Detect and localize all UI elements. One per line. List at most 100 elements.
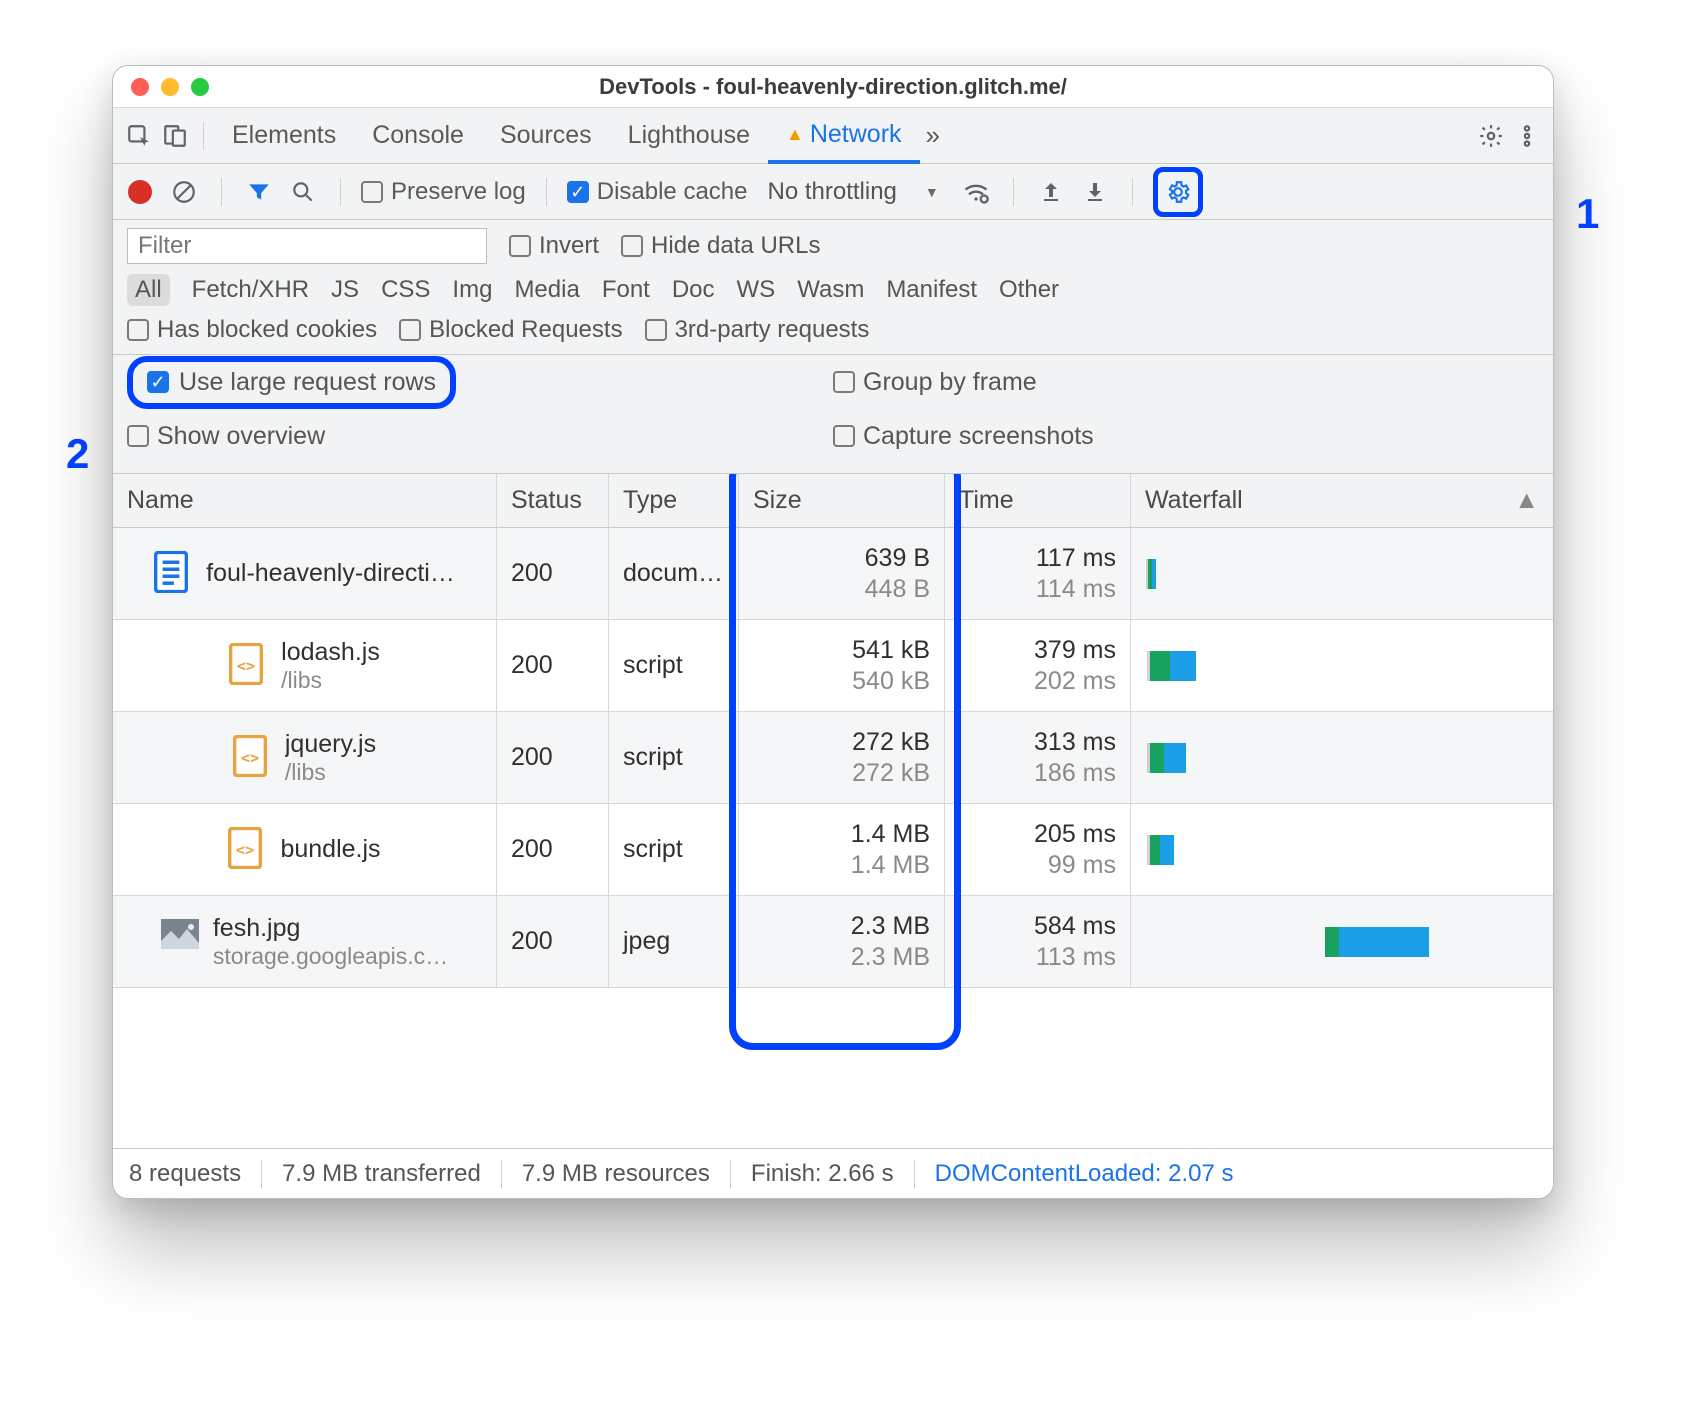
divider xyxy=(546,178,547,206)
checkbox-label: Invert xyxy=(539,232,599,260)
preserve-log-checkbox[interactable]: Preserve log xyxy=(361,178,526,206)
table-row[interactable]: foul-heavenly-directi…200docum…639 B448 … xyxy=(113,528,1553,620)
network-settings-button[interactable] xyxy=(1153,167,1203,217)
resource-type: script xyxy=(623,651,683,680)
more-tabs-button[interactable]: » xyxy=(926,120,940,151)
download-har-icon[interactable] xyxy=(1078,175,1112,209)
checkbox-label: Show overview xyxy=(157,422,325,451)
transfer-size: 541 kB xyxy=(852,636,930,665)
svg-text:<>: <> xyxy=(237,657,256,675)
divider xyxy=(221,178,222,206)
blocked-cookies-checkbox[interactable]: Has blocked cookies xyxy=(127,316,377,344)
upload-har-icon[interactable] xyxy=(1034,175,1068,209)
col-status[interactable]: Status xyxy=(497,474,609,527)
blocked-requests-checkbox[interactable]: Blocked Requests xyxy=(399,316,622,344)
filter-chip-ws[interactable]: WS xyxy=(737,276,776,304)
use-large-rows-checkbox[interactable]: Use large request rows xyxy=(127,356,456,409)
disable-cache-checkbox[interactable]: Disable cache xyxy=(567,178,748,206)
status-requests: 8 requests xyxy=(129,1160,262,1188)
filter-chip-manifest[interactable]: Manifest xyxy=(886,276,977,304)
file-type-icon xyxy=(154,551,192,597)
group-by-frame-checkbox[interactable]: Group by frame xyxy=(833,368,1037,397)
total-time: 205 ms xyxy=(1034,820,1116,849)
tab-elements[interactable]: Elements xyxy=(214,108,354,163)
throttling-select[interactable]: No throttling ▼ xyxy=(757,178,948,206)
request-name: foul-heavenly-directi… xyxy=(206,559,455,588)
filter-chip-wasm[interactable]: Wasm xyxy=(797,276,864,304)
filter-chip-js[interactable]: JS xyxy=(331,276,359,304)
tab-network[interactable]: ▲ Network xyxy=(768,109,920,164)
waterfall-bar xyxy=(1145,528,1539,619)
divider xyxy=(203,122,204,150)
tab-lighthouse[interactable]: Lighthouse xyxy=(610,108,768,163)
filter-chip-doc[interactable]: Doc xyxy=(672,276,715,304)
table-row[interactable]: <>lodash.js/libs200script541 kB540 kB379… xyxy=(113,620,1553,712)
filter-chip-font[interactable]: Font xyxy=(602,276,650,304)
kebab-menu-icon[interactable] xyxy=(1509,118,1545,154)
col-time[interactable]: Time xyxy=(945,474,1131,527)
request-name: fesh.jpg xyxy=(213,914,448,943)
tab-console[interactable]: Console xyxy=(354,108,482,163)
file-type-icon: <> xyxy=(233,735,271,781)
tab-label: Sources xyxy=(500,121,592,150)
col-name[interactable]: Name xyxy=(113,474,497,527)
table-row[interactable]: fesh.jpgstorage.googleapis.c…200jpeg2.3 … xyxy=(113,896,1553,988)
chevron-down-icon: ▼ xyxy=(925,184,939,200)
settings-gear-icon[interactable] xyxy=(1473,118,1509,154)
filter-chip-css[interactable]: CSS xyxy=(381,276,430,304)
hide-data-urls-checkbox[interactable]: Hide data URLs xyxy=(621,232,820,260)
col-waterfall[interactable]: Waterfall▲ xyxy=(1131,474,1553,527)
network-conditions-icon[interactable] xyxy=(959,175,993,209)
svg-text:<>: <> xyxy=(236,841,255,859)
filter-icon[interactable] xyxy=(242,175,276,209)
resource-size: 540 kB xyxy=(852,667,930,696)
divider xyxy=(1132,178,1133,206)
status-code: 200 xyxy=(511,651,553,680)
tab-label: Console xyxy=(372,121,464,150)
request-path: /libs xyxy=(281,667,380,694)
clear-button[interactable] xyxy=(167,175,201,209)
show-overview-checkbox[interactable]: Show overview xyxy=(127,422,325,451)
checkbox-label: 3rd-party requests xyxy=(675,316,870,344)
checkbox-label: Hide data URLs xyxy=(651,232,820,260)
resource-size: 448 B xyxy=(865,575,930,604)
record-button[interactable] xyxy=(123,175,157,209)
checkbox-label: Use large request rows xyxy=(179,368,436,397)
third-party-checkbox[interactable]: 3rd-party requests xyxy=(645,316,870,344)
status-resources: 7.9 MB resources xyxy=(502,1160,731,1188)
col-type[interactable]: Type xyxy=(609,474,739,527)
transfer-size: 272 kB xyxy=(852,728,930,757)
transfer-size: 1.4 MB xyxy=(851,820,930,849)
filter-chip-other[interactable]: Other xyxy=(999,276,1059,304)
tab-sources[interactable]: Sources xyxy=(482,108,610,163)
filter-input[interactable]: Filter xyxy=(127,228,487,264)
filter-chip-fetch[interactable]: Fetch/XHR xyxy=(192,276,309,304)
col-size[interactable]: Size xyxy=(739,474,945,527)
table-row[interactable]: <>bundle.js200script1.4 MB1.4 MB205 ms99… xyxy=(113,804,1553,896)
filter-bar: Filter Invert Hide data URLs All Fetch/X… xyxy=(113,220,1553,355)
latency-time: 202 ms xyxy=(1034,667,1116,696)
checkbox-label: Capture screenshots xyxy=(863,422,1094,451)
device-toggle-icon[interactable] xyxy=(157,118,193,154)
latency-time: 113 ms xyxy=(1036,943,1116,972)
request-path: /libs xyxy=(285,759,376,786)
table-row[interactable]: <>jquery.js/libs200script272 kB272 kB313… xyxy=(113,712,1553,804)
total-time: 379 ms xyxy=(1034,636,1116,665)
titlebar: DevTools - foul-heavenly-direction.glitc… xyxy=(113,66,1553,108)
checkbox-label: Group by frame xyxy=(863,368,1037,397)
latency-time: 114 ms xyxy=(1036,575,1116,604)
table-body: foul-heavenly-directi…200docum…639 B448 … xyxy=(113,528,1553,1148)
search-icon[interactable] xyxy=(286,175,320,209)
resource-size: 272 kB xyxy=(852,759,930,788)
sort-indicator-icon: ▲ xyxy=(1514,486,1539,515)
waterfall-bar xyxy=(1145,712,1539,803)
invert-checkbox[interactable]: Invert xyxy=(509,232,599,260)
resource-type: docum… xyxy=(623,559,723,588)
filter-chip-img[interactable]: Img xyxy=(452,276,492,304)
filter-chip-media[interactable]: Media xyxy=(514,276,579,304)
filter-chip-all[interactable]: All xyxy=(127,274,170,306)
latency-time: 99 ms xyxy=(1048,851,1116,880)
capture-screenshots-checkbox[interactable]: Capture screenshots xyxy=(833,422,1094,451)
inspect-icon[interactable] xyxy=(121,118,157,154)
callout-1: 1 xyxy=(1576,190,1599,238)
